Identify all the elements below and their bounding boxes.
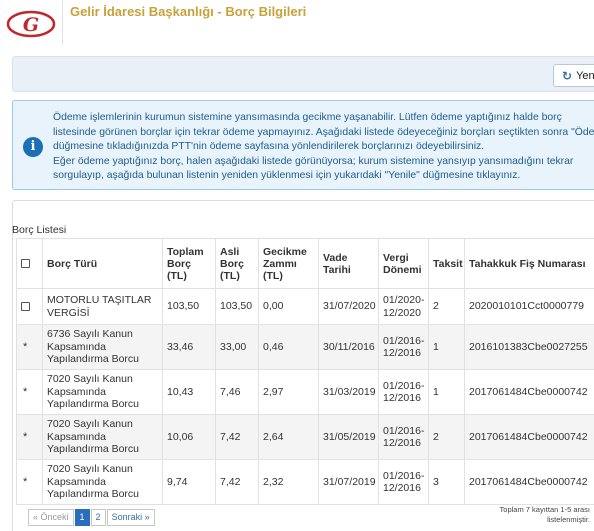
cell-slip: 2016101383Cbe0027255 [464,324,594,370]
cell-type: 7020 Sayılı Kanun Kapsamında Yapılandırm… [42,414,163,460]
column-header: Gecikme Zammı (TL) [258,238,319,289]
column-header: Toplam Borç (TL) [162,238,216,289]
column-header: Taksit [428,238,465,289]
row-select-cell[interactable] [16,288,43,325]
cell-period: 01/2020-12/2020 [378,288,429,325]
cell-principal: 7,46 [215,369,259,415]
cell-due: 31/03/2019 [318,369,379,415]
cell-installment: 1 [428,369,465,415]
info-icon: i [23,137,43,157]
cell-installment: 2 [428,414,465,460]
column-header: Vade Tarihi [318,238,379,289]
info-line: sorgulayıp, aşağıda bulunan listenin yen… [53,170,521,182]
cell-slip: 2020010101Cct0000779 [464,288,594,325]
cell-due: 31/07/2020 [318,288,379,325]
cell-principal: 7,42 [215,459,259,505]
cell-total: 9,74 [162,459,216,505]
select-all-checkbox[interactable] [21,259,30,269]
logo-letter: G [23,14,39,36]
info-text: Ödeme işlemlerinin kurumun sistemine yan… [53,111,594,184]
cell-total: 10,43 [162,369,216,415]
prev-page-button[interactable]: « Önceki [28,509,74,526]
refresh-icon: ↻ [562,68,573,83]
row-mark: * [16,459,43,505]
cell-slip: 2017061484Cbe0000742 [464,414,594,460]
header-divider [62,0,63,45]
cell-penalty: 0,46 [258,324,319,370]
debt-table: Borç Türü Toplam Borç (TL) Asli Borç (TL… [16,238,594,505]
app-header: G Gelir İdaresi Başkanlığı - Borç Bilgil… [0,0,594,45]
table-row: * 6736 Sayılı Kanun Kapsamında Yapılandı… [16,324,594,370]
cell-slip: 2017061484Cbe0000742 [464,369,594,415]
cell-penalty: 2,32 [258,459,319,505]
row-mark: * [16,414,43,460]
table-row: * 7020 Sayılı Kanun Kapsamında Yapılandı… [16,459,594,505]
cell-installment: 3 [428,459,465,505]
refresh-button-label: Yenile [576,69,594,82]
cell-due: 31/07/2019 [318,459,379,505]
cell-period: 01/2016-12/2016 [378,459,429,505]
table-header-row: Borç Türü Toplam Borç (TL) Asli Borç (TL… [16,238,594,289]
column-header: Borç Türü [42,238,163,289]
cell-period: 01/2016-12/2016 [378,324,429,370]
cell-installment: 2 [428,288,465,325]
cell-period: 01/2016-12/2016 [378,369,429,415]
row-checkbox[interactable] [21,301,30,311]
pagination: « Önceki 1 2 Sonraki » [28,509,156,526]
page-2-button[interactable]: 2 [90,509,106,526]
locked-row-marker: * [23,430,28,443]
info-line: listesinde görünen borçlar için tekrar ö… [53,126,594,138]
cell-period: 01/2016-12/2016 [378,414,429,460]
info-alert: i Ödeme işlemlerinin kurumun sistemine y… [12,100,594,190]
info-line: Ödeme işlemlerinin kurumun sistemine yan… [53,112,562,123]
row-mark: * [16,369,43,415]
cell-due: 30/11/2016 [318,324,379,370]
info-line: düğmesine tıkladığınızda PTT'nin ödeme s… [53,141,485,153]
select-all-cell[interactable] [16,238,43,289]
cell-type: 7020 Sayılı Kanun Kapsamında Yapılandırm… [42,369,163,415]
cell-principal: 103,50 [215,288,259,325]
cell-penalty: 0,00 [258,288,319,325]
page-1-button[interactable]: 1 [74,509,90,526]
cell-total: 33,46 [162,324,216,370]
cell-slip: 2017061484Cbe0000742 [464,459,594,505]
table-row: * 7020 Sayılı Kanun Kapsamında Yapılandı… [16,414,594,460]
toolbar: ↻ Yenile [12,56,594,92]
column-header: Asli Borç (TL) [215,238,259,289]
column-header: Vergi Dönemi [378,238,429,289]
cell-installment: 1 [428,324,465,370]
cell-type: 6736 Sayılı Kanun Kapsamında Yapılandırm… [42,324,163,370]
locked-row-marker: * [23,340,28,353]
row-mark: * [16,324,43,370]
cell-total: 103,50 [162,288,216,325]
table-row: * 7020 Sayılı Kanun Kapsamında Yapılandı… [16,369,594,415]
gib-logo-icon: G [6,10,56,38]
locked-row-marker: * [23,385,28,398]
page-title: Gelir İdaresi Başkanlığı - Borç Bilgiler… [70,4,307,19]
cell-penalty: 2,64 [258,414,319,460]
record-summary: Toplam 7 kayıttan 1-5 arası listelenmişt… [499,505,590,524]
table-row[interactable]: MOTORLU TAŞITLAR VERGİSİ 103,50 103,50 0… [16,288,594,325]
cell-penalty: 2,97 [258,369,319,415]
column-header: Tahakkuk Fiş Numarası [464,238,594,289]
cell-type: 7020 Sayılı Kanun Kapsamında Yapılandırm… [42,459,163,505]
cell-principal: 7,42 [215,414,259,460]
cell-due: 31/05/2019 [318,414,379,460]
cell-total: 10,06 [162,414,216,460]
info-line: Eğer ödeme yaptığınız borç, halen aşağıd… [53,155,574,167]
cell-type: MOTORLU TAŞITLAR VERGİSİ [42,288,163,325]
refresh-button[interactable]: ↻ Yenile [553,64,594,87]
cell-principal: 33,00 [215,324,259,370]
locked-row-marker: * [23,475,28,488]
next-page-button[interactable]: Sonraki » [106,509,155,526]
debt-list-title: Borç Listesi [12,224,67,236]
